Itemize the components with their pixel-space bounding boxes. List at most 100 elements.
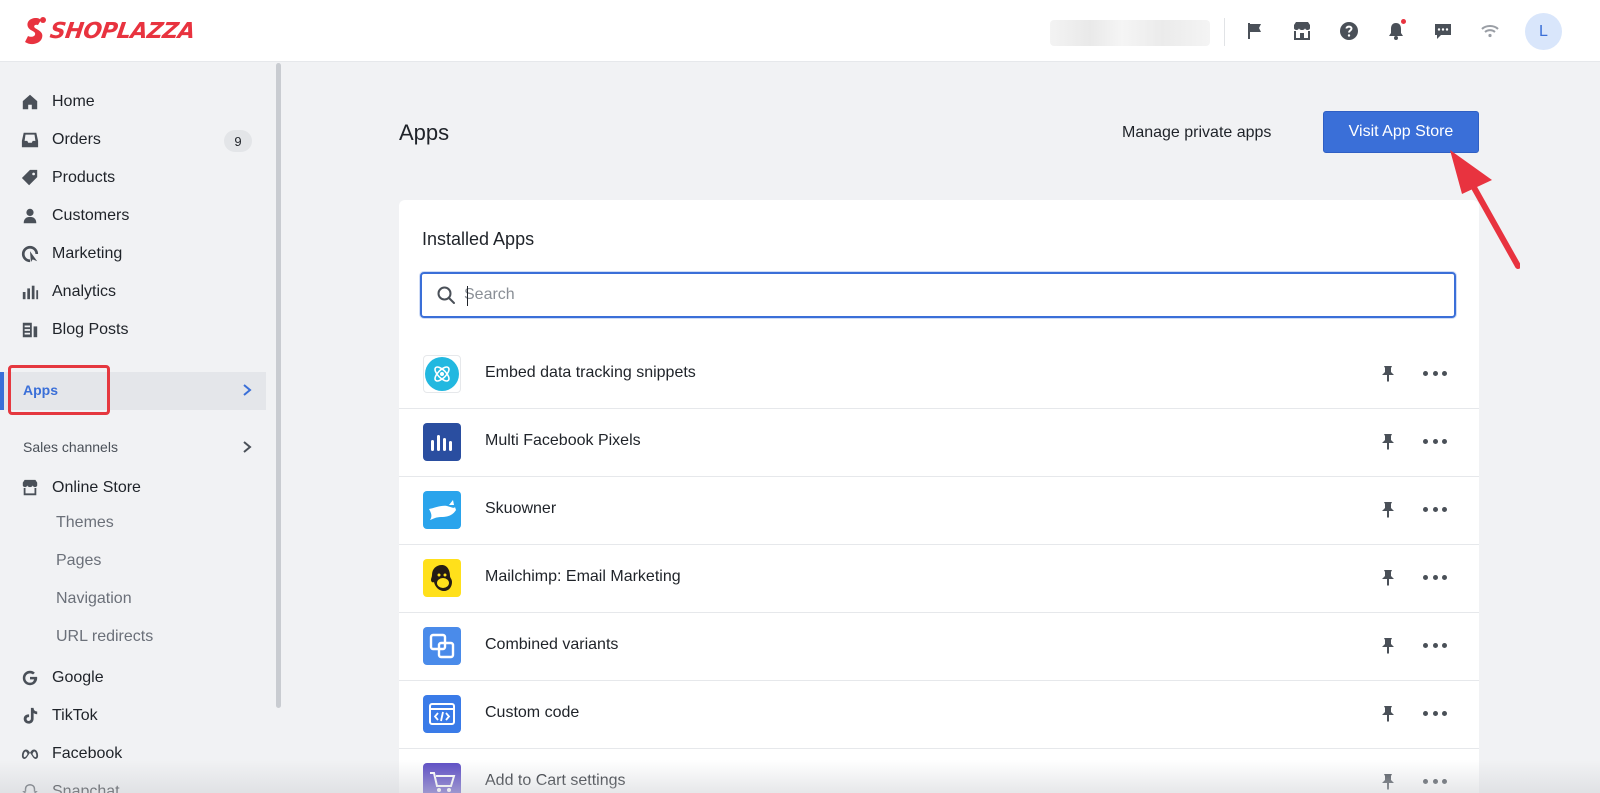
sidebar-subitem-themes[interactable]: Themes — [56, 514, 114, 532]
cart-icon — [423, 763, 461, 793]
topbar-divider — [1224, 18, 1225, 46]
sidebar-subitem-navigation[interactable]: Navigation — [56, 590, 132, 608]
pin-icon[interactable] — [1379, 704, 1397, 722]
orders-count-badge: 9 — [224, 130, 252, 152]
google-icon — [20, 668, 40, 688]
pixels-icon — [423, 423, 461, 461]
notification-dot — [1401, 19, 1406, 24]
more-options-icon[interactable] — [1423, 364, 1447, 382]
chevron-right-icon[interactable] — [240, 439, 254, 455]
app-name: Multi Facebook Pixels — [485, 432, 641, 449]
more-options-icon[interactable] — [1423, 432, 1447, 450]
more-options-icon[interactable] — [1423, 772, 1447, 790]
sidebar-item-label: Customers — [52, 207, 130, 224]
sidebar-item-products[interactable]: Products — [20, 160, 266, 196]
target-icon — [20, 244, 40, 264]
sidebar-subitem-pages[interactable]: Pages — [56, 552, 101, 570]
sidebar-item-label: Snapchat — [52, 783, 120, 793]
manage-private-apps-link[interactable]: Manage private apps — [1122, 124, 1271, 142]
app-row-mailchimp[interactable]: Mailchimp: Email Marketing — [399, 544, 1479, 613]
meta-icon — [20, 744, 40, 764]
more-options-icon[interactable] — [1423, 500, 1447, 518]
sidebar-item-label: Orders — [52, 131, 101, 148]
sidebar-subitem-url-redirects[interactable]: URL redirects — [56, 628, 153, 646]
sidebar-item-label: Home — [52, 93, 95, 110]
sidebar-item-label: TikTok — [52, 707, 98, 724]
sidebar-item-home[interactable]: Home — [20, 84, 266, 120]
sidebar-item-online-store[interactable]: Online Store — [20, 470, 266, 506]
visit-app-store-button[interactable]: Visit App Store — [1323, 111, 1479, 153]
sidebar-item-tiktok[interactable]: TikTok — [20, 698, 266, 734]
app-row-skuowner[interactable]: Skuowner — [399, 476, 1479, 545]
bar-chart-icon — [20, 282, 40, 302]
sidebar-item-blog-posts[interactable]: Blog Posts — [20, 312, 266, 348]
top-bar: SHOPLAZZA L — [0, 0, 1600, 62]
wifi-icon[interactable] — [1478, 19, 1502, 43]
app-name: Embed data tracking snippets — [485, 364, 696, 381]
inbox-icon — [20, 130, 40, 150]
sidebar-item-facebook[interactable]: Facebook — [20, 736, 266, 772]
shoplazza-logo[interactable]: SHOPLAZZA — [22, 16, 197, 46]
sidebar-item-analytics[interactable]: Analytics — [20, 274, 266, 310]
pin-icon[interactable] — [1379, 364, 1397, 382]
tiktok-icon — [20, 706, 40, 726]
store-icon[interactable] — [1290, 19, 1314, 43]
pin-icon[interactable] — [1379, 772, 1397, 790]
sidebar-item-label: Analytics — [52, 283, 117, 300]
pin-icon[interactable] — [1379, 568, 1397, 586]
app-name: Combined variants — [485, 636, 619, 653]
brand-name: SHOPLAZZA — [48, 18, 197, 44]
flag-icon[interactable] — [1243, 19, 1267, 43]
home-icon — [20, 92, 40, 112]
installed-apps-card: Installed Apps Embed data tracking snipp… — [399, 200, 1479, 793]
app-row-add-to-cart[interactable]: Add to Cart settings — [399, 748, 1479, 793]
app-row-multi-facebook-pixels[interactable]: Multi Facebook Pixels — [399, 408, 1479, 477]
person-icon — [20, 206, 40, 226]
search-icon — [437, 286, 455, 304]
snapchat-icon — [20, 782, 40, 793]
sidebar-item-label: Blog Posts — [52, 321, 129, 338]
tracking-icon — [423, 355, 461, 393]
more-options-icon[interactable] — [1423, 704, 1447, 722]
store-name-redacted[interactable] — [1050, 20, 1210, 46]
app-row-custom-code[interactable]: Custom code — [399, 680, 1479, 749]
active-indicator — [0, 372, 4, 410]
pin-icon[interactable] — [1379, 636, 1397, 654]
app-name: Custom code — [485, 704, 580, 721]
avatar[interactable]: L — [1525, 13, 1562, 50]
sidebar-scrollbar[interactable] — [276, 63, 281, 708]
sidebar-item-marketing[interactable]: Marketing — [20, 236, 266, 272]
app-name: Add to Cart settings — [485, 772, 626, 789]
tag-icon — [20, 168, 40, 188]
page-title: Apps — [399, 120, 450, 145]
document-icon — [20, 320, 40, 340]
sidebar-item-customers[interactable]: Customers — [20, 198, 266, 234]
more-options-icon[interactable] — [1423, 568, 1447, 586]
search-box[interactable] — [420, 272, 1456, 318]
sidebar-item-label: Marketing — [52, 245, 123, 262]
app-name: Skuowner — [485, 500, 557, 517]
pin-icon[interactable] — [1379, 432, 1397, 450]
more-options-icon[interactable] — [1423, 636, 1447, 654]
sidebar-item-label: Online Store — [52, 479, 141, 496]
bell-icon[interactable] — [1384, 19, 1408, 43]
pin-icon[interactable] — [1379, 500, 1397, 518]
sidebar-item-google[interactable]: Google — [20, 660, 266, 696]
chat-icon[interactable] — [1431, 19, 1455, 43]
app-row-embed-tracking[interactable]: Embed data tracking snippets — [399, 340, 1479, 409]
app-name: Mailchimp: Email Marketing — [485, 568, 681, 585]
help-icon[interactable] — [1337, 19, 1361, 43]
store-icon — [20, 478, 40, 498]
sidebar-item-snapchat[interactable]: Snapchat — [20, 774, 266, 793]
app-row-combined-variants[interactable]: Combined variants — [399, 612, 1479, 681]
search-input[interactable] — [464, 286, 1444, 304]
sidebar-item-label: Google — [52, 669, 104, 686]
sidebar-item-label: Facebook — [52, 745, 123, 762]
text-cursor — [467, 286, 468, 306]
sidebar-item-orders[interactable]: Orders 9 — [20, 122, 266, 158]
sales-channels-label[interactable]: Sales channels — [23, 439, 118, 455]
annotation-highlight-box — [8, 365, 110, 415]
chevron-right-icon[interactable] — [240, 382, 254, 398]
whale-icon — [423, 491, 461, 529]
code-icon — [423, 695, 461, 733]
